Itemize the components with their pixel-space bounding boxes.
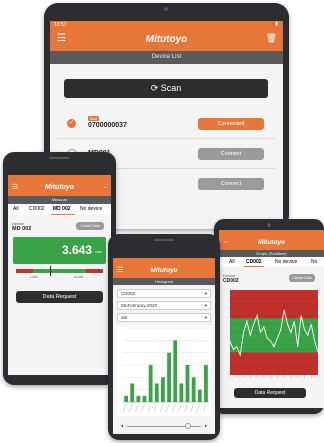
reading-marker xyxy=(50,266,51,276)
device-select-value: CD002 xyxy=(121,291,136,296)
tab-indicator xyxy=(51,214,75,215)
tolerance-bar xyxy=(16,269,104,273)
tab-bar: All CD002 MD 002 No device xyxy=(8,204,111,215)
left-phone-device: ☰ Mitutoyo ⌁ Measure All CD002 MD 002 No… xyxy=(3,152,116,385)
connect-button[interactable]: Connected xyxy=(198,118,264,130)
left-phone-screen: ☰ Mitutoyo ⌁ Measure All CD002 MD 002 No… xyxy=(8,175,111,375)
right-tablet-device: ← Mitutoyo Graph (Realtime) All CD002 No… xyxy=(214,219,324,414)
tab-all[interactable]: All xyxy=(13,206,19,212)
histogram-bar xyxy=(136,395,141,402)
brand-logo: Mitutoyo xyxy=(145,34,188,45)
center-phone-device: ☰ Mitutoyo Histogram CD002 ▾ 08-February… xyxy=(108,234,220,440)
tolerance-ng-high xyxy=(85,269,104,273)
tab-indicator xyxy=(244,266,264,267)
range-slider[interactable]: ◂ ▸ xyxy=(121,423,207,430)
range-low: 1.000 xyxy=(30,275,38,279)
status-bar: 10:57 ▮ xyxy=(50,21,283,29)
histogram-bar xyxy=(124,395,128,402)
device-name: CD002 xyxy=(223,278,239,284)
histogram-chart xyxy=(117,326,211,416)
scan-button[interactable]: ⟳ Scan xyxy=(64,79,268,98)
right-tablet-screen: ← Mitutoyo Graph (Realtime) All CD002 No… xyxy=(219,230,324,408)
brand-logo: Mitutoyo xyxy=(44,184,75,191)
realtime-line-chart xyxy=(229,290,319,378)
tab-no-device[interactable]: No device xyxy=(275,259,297,265)
battery-icon: ▮ xyxy=(275,21,278,27)
histogram-bar xyxy=(173,340,178,402)
histogram-bar xyxy=(185,365,190,402)
page-title: Histogram xyxy=(113,278,215,285)
app-bar: ☰ Mitutoyo 🗑 xyxy=(50,29,283,51)
device-name: MD 002 xyxy=(12,226,32,232)
tolerance-ng-low xyxy=(16,269,34,273)
histogram-bar xyxy=(191,377,196,402)
chevron-down-icon: ▾ xyxy=(204,303,207,308)
status-time: 10:57 xyxy=(54,22,67,28)
tab-bar: All CD002 No device No xyxy=(219,257,324,267)
tab-no-device[interactable]: No device xyxy=(80,206,102,212)
tab-cd002[interactable]: CD002 xyxy=(246,259,262,265)
histogram-bar xyxy=(179,383,184,402)
camera xyxy=(164,7,168,11)
brand-logo: Mitutoyo xyxy=(150,267,178,274)
brand-logo: Mitutoyo xyxy=(257,239,286,246)
app-bar: ← Mitutoyo xyxy=(219,236,324,250)
trash-icon[interactable]: 🗑 xyxy=(266,33,277,44)
refresh-icon: ⟳ xyxy=(150,83,159,93)
page-title: Device List xyxy=(50,51,283,64)
camera xyxy=(267,223,271,227)
slider-thumb[interactable] xyxy=(185,423,191,429)
checkbox-checked[interactable]: ✓ xyxy=(67,119,76,128)
slider-min-mark: ◂ xyxy=(121,423,124,428)
histogram-bar xyxy=(167,352,171,402)
chart-background xyxy=(117,326,211,416)
speaker xyxy=(49,157,69,159)
histogram-bar xyxy=(142,395,147,402)
option-select[interactable]: dat ▾ xyxy=(117,313,211,322)
chevron-down-icon: ▾ xyxy=(204,291,207,296)
date-select[interactable]: 08-February-2020 ▾ xyxy=(117,301,211,310)
histogram-bar xyxy=(197,389,202,402)
range-high: 10.000 xyxy=(74,275,84,279)
page-title: Measure xyxy=(8,196,111,204)
reading-value: 3.643 xyxy=(61,243,92,257)
option-select-value: dat xyxy=(121,315,128,320)
slider-max-mark: ▸ xyxy=(204,423,207,428)
tab-md002[interactable]: MD 002 xyxy=(53,206,71,212)
center-phone-screen: ☰ Mitutoyo Histogram CD002 ▾ 08-February… xyxy=(113,258,215,434)
cancel-data-button[interactable]: Cancel Data xyxy=(289,274,315,282)
date-select-value: 08-February-2020 xyxy=(121,303,158,308)
reading-unit: mm xyxy=(95,249,102,254)
histogram-bar xyxy=(161,377,165,402)
tab-cd002[interactable]: CD002 xyxy=(29,206,45,212)
histogram-bar xyxy=(154,383,159,402)
app-bar: ☰ Mitutoyo xyxy=(113,264,215,278)
data-request-button[interactable]: Data Request xyxy=(234,388,306,398)
histogram-bar xyxy=(130,383,135,402)
histogram-bar xyxy=(204,365,208,402)
tolerance-ok xyxy=(33,269,86,273)
device-name: 0700000037 xyxy=(88,122,127,129)
divider xyxy=(58,138,275,139)
data-request-button[interactable]: Data Request xyxy=(16,291,103,303)
device-tag: Bad xyxy=(88,116,100,121)
connect-button[interactable]: Connect xyxy=(198,148,264,160)
histogram-bar xyxy=(148,365,153,402)
device-row[interactable]: ✓ Bad 0700000037 Connected xyxy=(50,111,283,137)
speaker xyxy=(154,239,174,241)
app-bar: ☰ Mitutoyo ⌁ xyxy=(8,181,111,196)
device-select[interactable]: CD002 ▾ xyxy=(117,289,211,298)
cancel-data-button[interactable]: Cancel Data xyxy=(76,222,104,230)
scan-label: Scan xyxy=(160,83,182,93)
tab-no[interactable]: No xyxy=(311,259,317,265)
chevron-down-icon: ▾ xyxy=(204,315,207,320)
reading-panel: 3.643 mm xyxy=(13,237,106,264)
page-title: Graph (Realtime) xyxy=(219,250,324,257)
tab-all[interactable]: All xyxy=(229,259,235,265)
chart-icon[interactable]: ⌁ xyxy=(103,184,107,191)
connect-button[interactable]: Connect xyxy=(198,178,264,190)
